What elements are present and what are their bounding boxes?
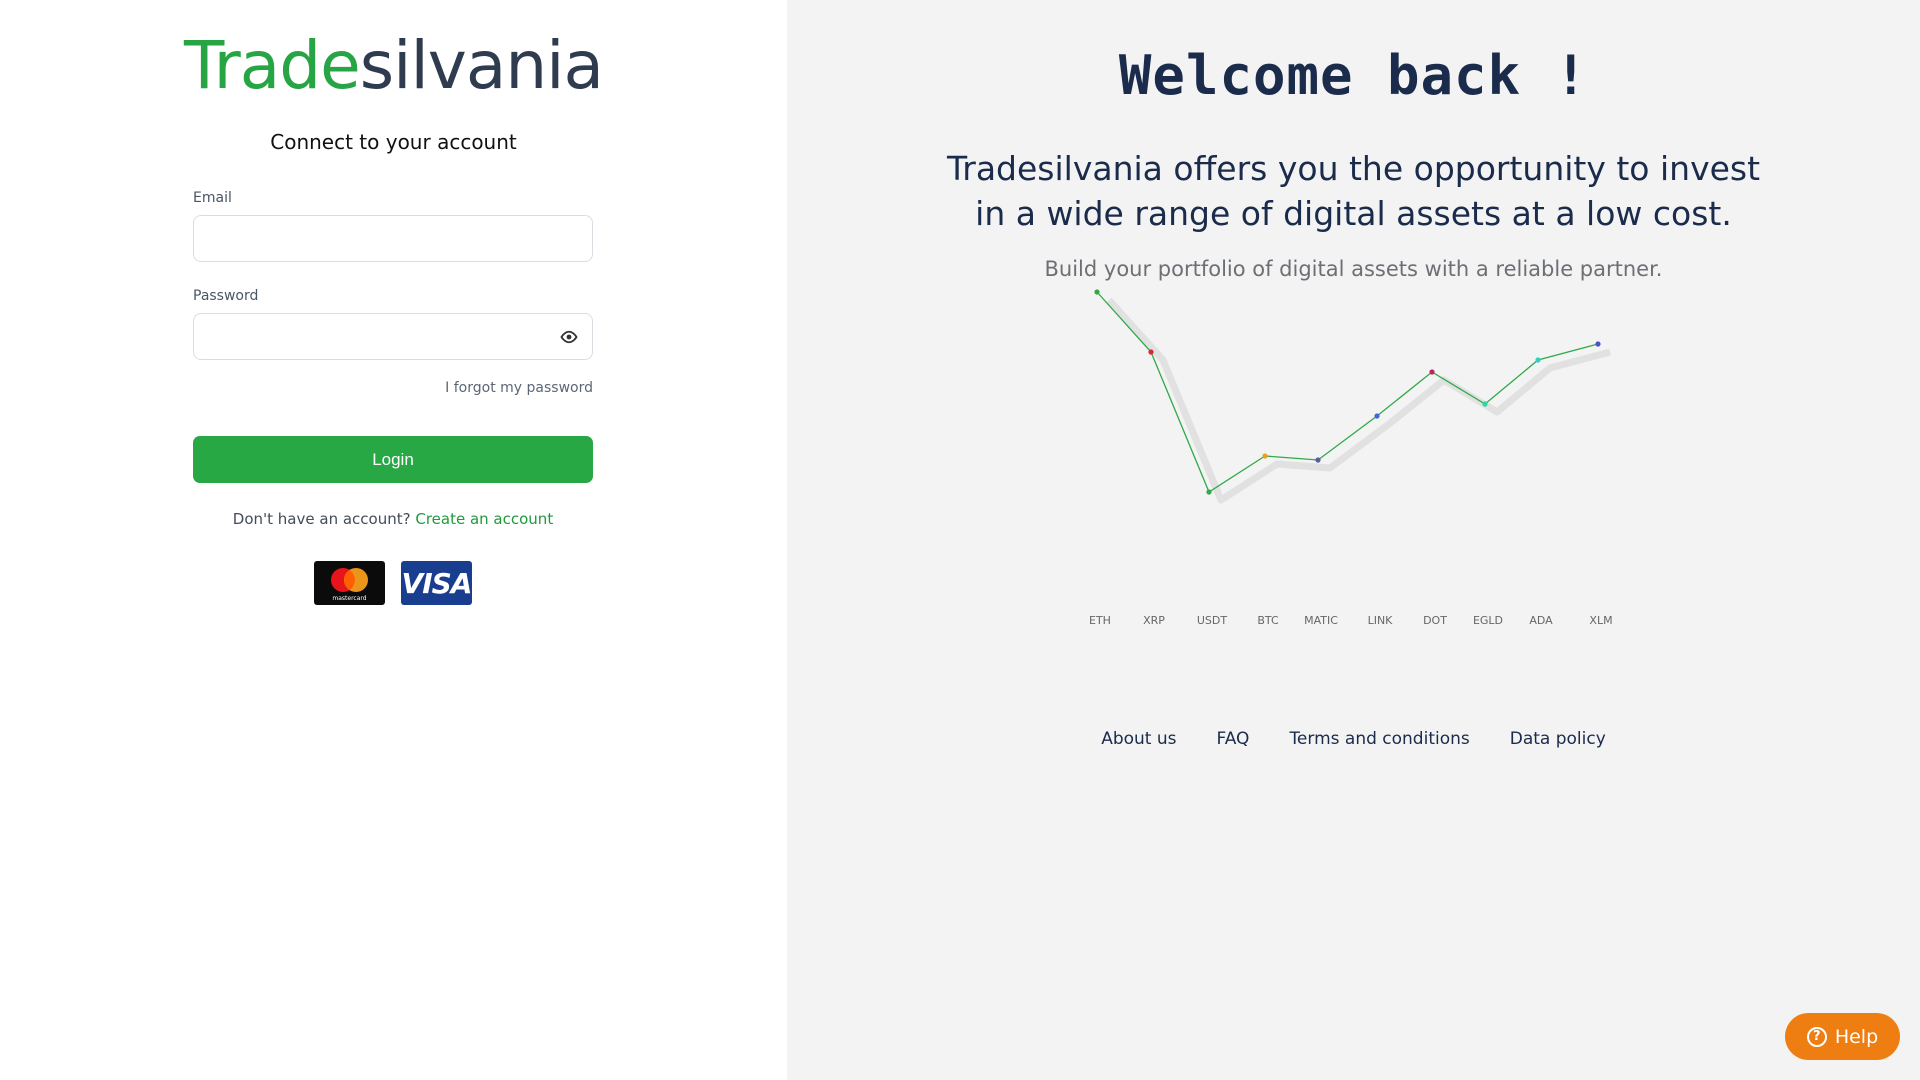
terms-link[interactable]: Terms and conditions [1289, 729, 1469, 749]
chart-point-egld[interactable] [1482, 401, 1488, 407]
forgot-password-link[interactable]: I forgot my password [193, 380, 593, 396]
chart-point-xlm[interactable] [1595, 341, 1601, 347]
chart-label-usdt: USDT [1197, 614, 1228, 627]
password-label: Password [193, 288, 259, 304]
mastercard-text: mastercard [332, 595, 366, 602]
chart-point-btc[interactable] [1262, 453, 1268, 459]
chart-point-ada[interactable] [1535, 357, 1541, 363]
mastercard-logo: mastercard [314, 561, 385, 605]
chart-label-xrp: XRP [1143, 614, 1165, 627]
chart-point-matic[interactable] [1315, 457, 1321, 463]
payment-cards: mastercard VISA [314, 561, 472, 605]
chart-point-xrp[interactable] [1148, 349, 1154, 355]
chart-label-egld: EGLD [1473, 614, 1503, 627]
no-account-text: Don't have an account? [232, 510, 411, 528]
footer-links: About us FAQ Terms and conditions Data p… [787, 729, 1920, 749]
chart-point-usdt[interactable] [1206, 489, 1212, 495]
password-field[interactable] [194, 314, 592, 359]
email-label: Email [193, 190, 232, 206]
visa-text: VISA [401, 566, 473, 600]
eye-icon[interactable] [560, 329, 578, 345]
chart-label-dot: DOT [1423, 614, 1447, 627]
email-field[interactable] [194, 216, 592, 261]
chart-label-xlm: XLM [1589, 614, 1612, 627]
login-form: Email Password I forgot my password Logi… [193, 190, 593, 528]
chart-label-ada: ADA [1529, 614, 1553, 627]
assets-line-chart: ETH XRP USDT BTC MATIC LINK DOT EGLD ADA XLM [1089, 289, 1613, 627]
chart-line-shadow [1106, 297, 1611, 504]
chart-label-eth: ETH [1089, 614, 1111, 627]
chart-point-link[interactable] [1374, 413, 1380, 419]
password-field-box [193, 313, 593, 360]
logo-part-silvania: silvania [359, 27, 604, 104]
visa-logo: VISA [401, 561, 472, 605]
create-account-link[interactable]: Create an account [415, 510, 553, 528]
login-button[interactable]: Login [193, 436, 593, 483]
chart-label-btc: BTC [1257, 614, 1279, 627]
login-panel: Tradesilvania Connect to your account Em… [0, 0, 787, 1080]
about-us-link[interactable]: About us [1101, 729, 1176, 749]
chart-label-matic: MATIC [1304, 614, 1338, 627]
question-icon: ? [1806, 1026, 1827, 1047]
email-field-box [193, 215, 593, 262]
hero-panel: Welcome back ! Tradesilvania offers you … [787, 0, 1920, 1080]
signup-row: Don't have an account? Create an account [193, 510, 593, 528]
chart-point-dot[interactable] [1429, 369, 1435, 375]
data-policy-link[interactable]: Data policy [1510, 729, 1606, 749]
logo-part-trade: Trade [184, 27, 361, 104]
chart-point-eth[interactable] [1094, 289, 1100, 295]
mastercard-icon: mastercard [331, 568, 368, 602]
help-label: Help [1834, 1025, 1879, 1048]
faq-link[interactable]: FAQ [1217, 729, 1250, 749]
chart-label-link: LINK [1368, 614, 1394, 627]
login-subtitle: Connect to your account [270, 130, 517, 154]
brand-logo[interactable]: Tradesilvania [0, 26, 787, 106]
help-button[interactable]: ? Help [1785, 1013, 1900, 1060]
